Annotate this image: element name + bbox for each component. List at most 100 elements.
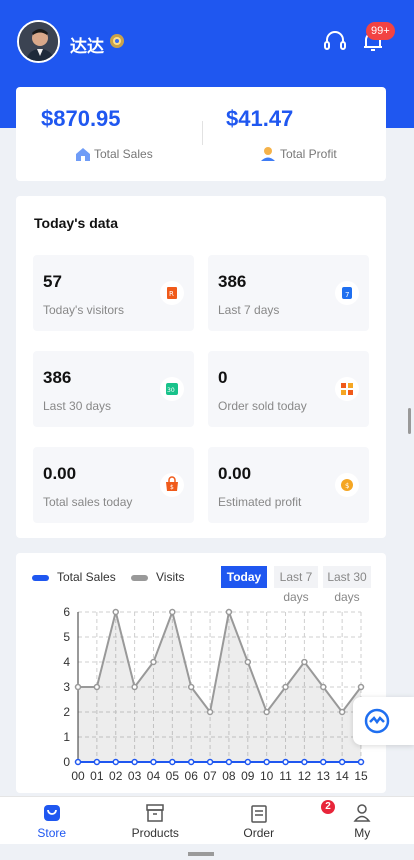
sales-point	[225, 758, 233, 766]
sales-point	[338, 758, 346, 766]
total-profit-label: Total Profit	[280, 147, 337, 161]
visits-point	[74, 683, 82, 691]
stat-label: Last 7 days	[218, 303, 280, 317]
visits-point	[206, 708, 214, 716]
sales-point	[150, 758, 157, 766]
svg-text:$: $	[170, 484, 174, 491]
visits-point	[244, 658, 252, 666]
sales-point	[131, 758, 138, 766]
bottom-tab-bar: Store Products 2 Order My	[0, 796, 414, 844]
visits-point	[301, 658, 308, 666]
visits-point	[93, 683, 101, 691]
tab-order[interactable]: 2 Order	[207, 797, 335, 844]
stat-value: 386	[218, 272, 247, 291]
store-icon	[42, 803, 62, 828]
stat-value: 0	[218, 368, 228, 387]
x-tick-label: 14	[335, 769, 349, 783]
stat-value: 0.00	[218, 464, 252, 483]
total-sales-value: $870.95	[41, 106, 121, 131]
stat-order-sold-today[interactable]: 0 Order sold today	[208, 351, 369, 427]
visits-point	[225, 608, 233, 616]
x-tick-label: 05	[166, 769, 180, 783]
sales-point	[282, 758, 289, 766]
floating-assistant-button[interactable]	[353, 697, 414, 745]
customer-service-icon[interactable]	[323, 30, 347, 57]
visits-point	[187, 683, 195, 691]
stat-label: Last 30 days	[43, 399, 112, 413]
assistant-icon	[364, 708, 390, 739]
y-tick-label: 3	[63, 680, 70, 694]
stat-label: Total sales today	[43, 495, 133, 509]
stat-label: Estimated profit	[218, 495, 302, 509]
divider	[202, 121, 203, 145]
username: 达达	[70, 37, 104, 56]
stat-estimated-profit[interactable]: 0.00 Estimated profit $	[208, 447, 369, 523]
sales-point	[263, 758, 270, 766]
sales-point	[169, 758, 176, 766]
home-indicator	[188, 852, 214, 856]
tab-my[interactable]: My	[311, 797, 414, 844]
stat-last-7-days[interactable]: 386 Last 7 days 7	[208, 255, 369, 331]
visits-point	[131, 683, 138, 691]
visits-point	[150, 658, 157, 666]
vip-badge-icon	[108, 32, 126, 55]
scrollbar-handle[interactable]	[408, 408, 411, 434]
svg-text:7: 7	[345, 291, 349, 299]
svg-text:R: R	[169, 290, 174, 298]
x-tick-label: 11	[279, 769, 292, 783]
stat-total-sales-today[interactable]: 0.00 Total sales today $	[33, 447, 194, 523]
stat-last-30-days[interactable]: 386 Last 30 days 30	[33, 351, 194, 427]
y-tick-label: 1	[63, 730, 70, 744]
tab-products[interactable]: Products	[104, 797, 208, 844]
box-icon	[145, 803, 165, 828]
y-tick-label: 2	[63, 705, 70, 719]
visits-point	[263, 708, 270, 716]
x-tick-label: 02	[109, 769, 123, 783]
x-tick-label: 00	[71, 769, 85, 783]
profit-person-icon	[260, 146, 276, 167]
stat-todays-visitors[interactable]: 57 Today's visitors R	[33, 255, 194, 331]
line-chart: 012345600 01 02 03 04 05 06 07 08 09 10 11 12 13 14 15	[63, 605, 368, 783]
tab-label: Order	[243, 826, 275, 840]
x-tick-label: 07	[203, 769, 217, 783]
sales-point	[357, 758, 365, 766]
visits-point	[112, 608, 119, 616]
sales-point	[320, 758, 327, 766]
svg-text:30: 30	[167, 387, 175, 394]
visits-point	[338, 708, 346, 716]
tab-store[interactable]: Store	[0, 797, 104, 844]
sales-point	[93, 758, 101, 766]
tab-label: My	[354, 826, 371, 840]
notification-count-badge: 99+	[366, 22, 395, 40]
avatar[interactable]	[17, 20, 60, 63]
stat-label: Order sold today	[218, 399, 307, 413]
y-tick-label: 0	[63, 755, 70, 769]
todays-data-title: Today's data	[34, 215, 118, 231]
x-tick-label: 13	[317, 769, 331, 783]
clipboard-icon	[249, 803, 269, 828]
stat-value: 386	[43, 368, 72, 387]
total-profit-value: $41.47	[226, 106, 294, 131]
visits-point	[320, 683, 327, 691]
x-tick-label: 09	[241, 769, 255, 783]
stat-label: Today's visitors	[43, 303, 124, 317]
x-tick-label: 12	[298, 769, 312, 783]
stat-value: 0.00	[43, 464, 77, 483]
sales-point	[112, 758, 119, 766]
coin-icon: $	[335, 473, 359, 497]
x-tick-label: 04	[147, 769, 161, 783]
x-tick-label: 08	[222, 769, 236, 783]
todays-data-card: Today's data 57 Today's visitors R 386 L…	[16, 196, 386, 538]
x-tick-label: 03	[128, 769, 142, 783]
sales-point	[301, 758, 308, 766]
svg-text:$: $	[345, 482, 349, 490]
x-tick-label: 10	[260, 769, 274, 783]
y-tick-label: 4	[63, 655, 70, 669]
x-tick-label: 01	[90, 769, 104, 783]
visits-point	[169, 608, 176, 616]
visits-point	[357, 683, 365, 691]
sales-summary-card: $870.95 $41.47 Total Sales Total Profit	[16, 87, 386, 181]
visits-point	[282, 683, 289, 691]
sales-point	[206, 758, 214, 766]
tab-label: Store	[37, 826, 67, 840]
